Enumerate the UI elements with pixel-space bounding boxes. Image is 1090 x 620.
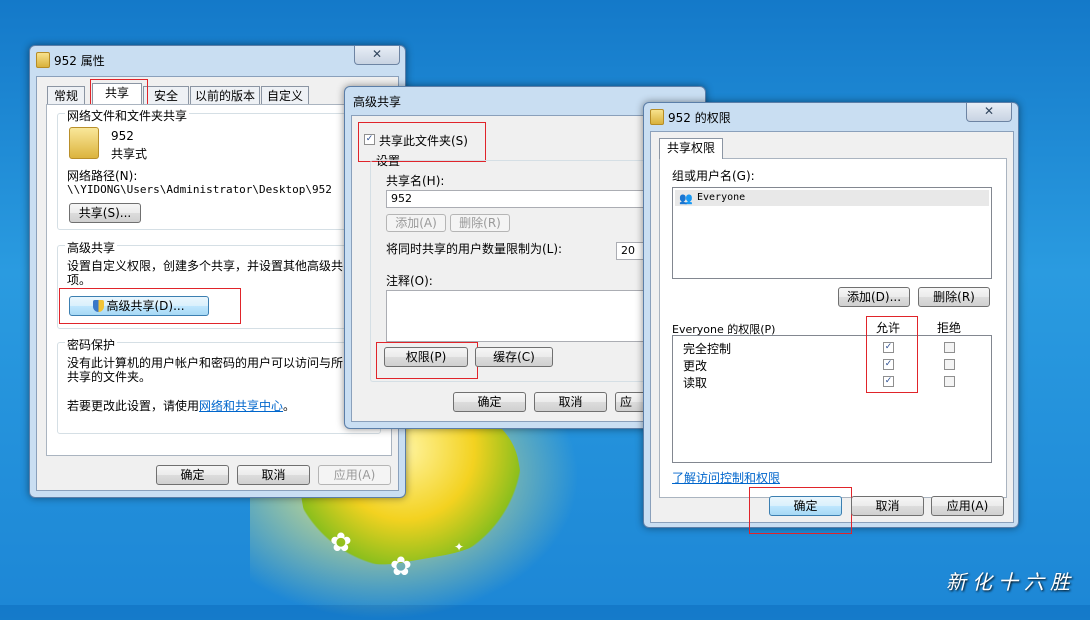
sparkle-icon: ✦ <box>454 540 465 554</box>
password-section-title: 密码保护 <box>65 336 118 353</box>
ok-button[interactable]: 确定 <box>453 392 526 412</box>
deny-checkbox[interactable] <box>944 342 955 353</box>
path-label: 网络路径(N): <box>67 169 138 183</box>
cancel-button[interactable]: 取消 <box>534 392 607 412</box>
share-name-label: 共享名(H): <box>386 174 445 188</box>
change-setting-text: 若要更改此设置，请使用网络和共享中心。 <box>67 399 296 413</box>
permission-row-label: 更改 <box>683 359 708 373</box>
apply-button[interactable]: 应用(A) <box>931 496 1004 516</box>
remove-button[interactable]: 删除(R) <box>450 214 510 232</box>
users-icon: 👥 <box>679 192 693 205</box>
sparkle-icon: ✿ <box>390 552 412 582</box>
remove-button[interactable]: 删除(R) <box>918 287 990 307</box>
deny-header: 拒绝 <box>937 321 962 335</box>
close-button[interactable]: ✕ <box>354 46 400 65</box>
highlight-box <box>376 342 478 379</box>
user-list[interactable]: 👥 Everyone <box>672 187 992 279</box>
comment-label: 注释(O): <box>386 274 433 288</box>
share-button[interactable]: 共享(S)... <box>69 203 141 223</box>
limit-label: 将同时共享的用户数量限制为(L): <box>386 242 563 256</box>
advanced-section-title: 高级共享 <box>65 239 118 256</box>
deny-checkbox[interactable] <box>944 376 955 387</box>
learn-more-link[interactable]: 了解访问控制和权限 <box>672 469 780 486</box>
tab-previous-versions[interactable]: 以前的版本 <box>190 86 260 104</box>
folder-icon <box>69 127 99 159</box>
permissions-title: 952 的权限 <box>668 111 731 125</box>
properties-titlebar: 952 属性 ✕ <box>30 46 405 72</box>
permissions-panel: 组或用户名(G): 👥 Everyone 添加(D)... 删除(R) Ever… <box>659 158 1007 498</box>
close-button[interactable]: ✕ <box>966 103 1012 122</box>
network-center-link[interactable]: 网络和共享中心 <box>199 399 283 413</box>
advanced-desc-cont: 项。 <box>67 273 92 287</box>
deny-checkbox[interactable] <box>944 359 955 370</box>
password-desc-cont: 共享的文件夹。 <box>67 370 152 384</box>
folder-icon <box>650 109 664 125</box>
highlight-box <box>59 288 241 324</box>
cache-button[interactable]: 缓存(C) <box>475 347 553 367</box>
cancel-button[interactable]: 取消 <box>237 465 310 485</box>
tab-security[interactable]: 安全 <box>143 86 189 104</box>
tab-share-permissions[interactable]: 共享权限 <box>659 138 723 159</box>
folder-status: 共享式 <box>111 147 148 161</box>
folder-name: 952 <box>111 129 134 143</box>
permissions-table: 完全控制 ✓ 更改 ✓ 读取 ✓ <box>672 335 992 463</box>
highlight-box <box>749 487 852 534</box>
permission-row-label: 读取 <box>683 376 708 390</box>
tab-general[interactable]: 常规 <box>47 86 85 104</box>
properties-title: 952 属性 <box>54 54 105 68</box>
group-label: 组或用户名(G): <box>672 169 755 183</box>
highlight-box <box>866 316 918 393</box>
sharing-panel: 网络文件和文件夹共享 952 共享式 网络路径(N): \\YIDONG\Use… <box>46 104 392 456</box>
tab-sharing[interactable]: 共享 <box>92 83 142 104</box>
add-button[interactable]: 添加(A) <box>386 214 446 232</box>
watermark: 新化十六胜 <box>946 570 1076 594</box>
path-value: \\YIDONG\Users\Administrator\Desktop\952 <box>67 183 332 196</box>
add-button[interactable]: 添加(D)... <box>838 287 910 307</box>
network-section-title: 网络文件和文件夹共享 <box>65 107 190 124</box>
list-item[interactable]: 👥 Everyone <box>675 190 989 206</box>
permissions-client: 共享权限 组或用户名(G): 👥 Everyone 添加(D)... 删除(R)… <box>650 131 1014 534</box>
permissions-window: 952 的权限 ✕ 共享权限 组或用户名(G): 👥 Everyone 添加(D… <box>643 102 1019 534</box>
cancel-button[interactable]: 取消 <box>851 496 924 516</box>
user-name: Everyone <box>697 192 746 203</box>
advanced-title: 高级共享 <box>353 95 402 109</box>
sparkle-icon: ✿ <box>330 528 352 558</box>
apply-button[interactable]: 应用(A) <box>318 465 391 485</box>
permissions-titlebar: 952 的权限 ✕ <box>644 103 1018 129</box>
tab-customize[interactable]: 自定义 <box>261 86 309 104</box>
folder-icon <box>36 52 50 68</box>
permission-row-label: 完全控制 <box>683 342 732 356</box>
advanced-desc: 设置自定义权限，创建多个共享，并设置其他高级共 <box>67 259 344 273</box>
ok-button[interactable]: 确定 <box>156 465 229 485</box>
